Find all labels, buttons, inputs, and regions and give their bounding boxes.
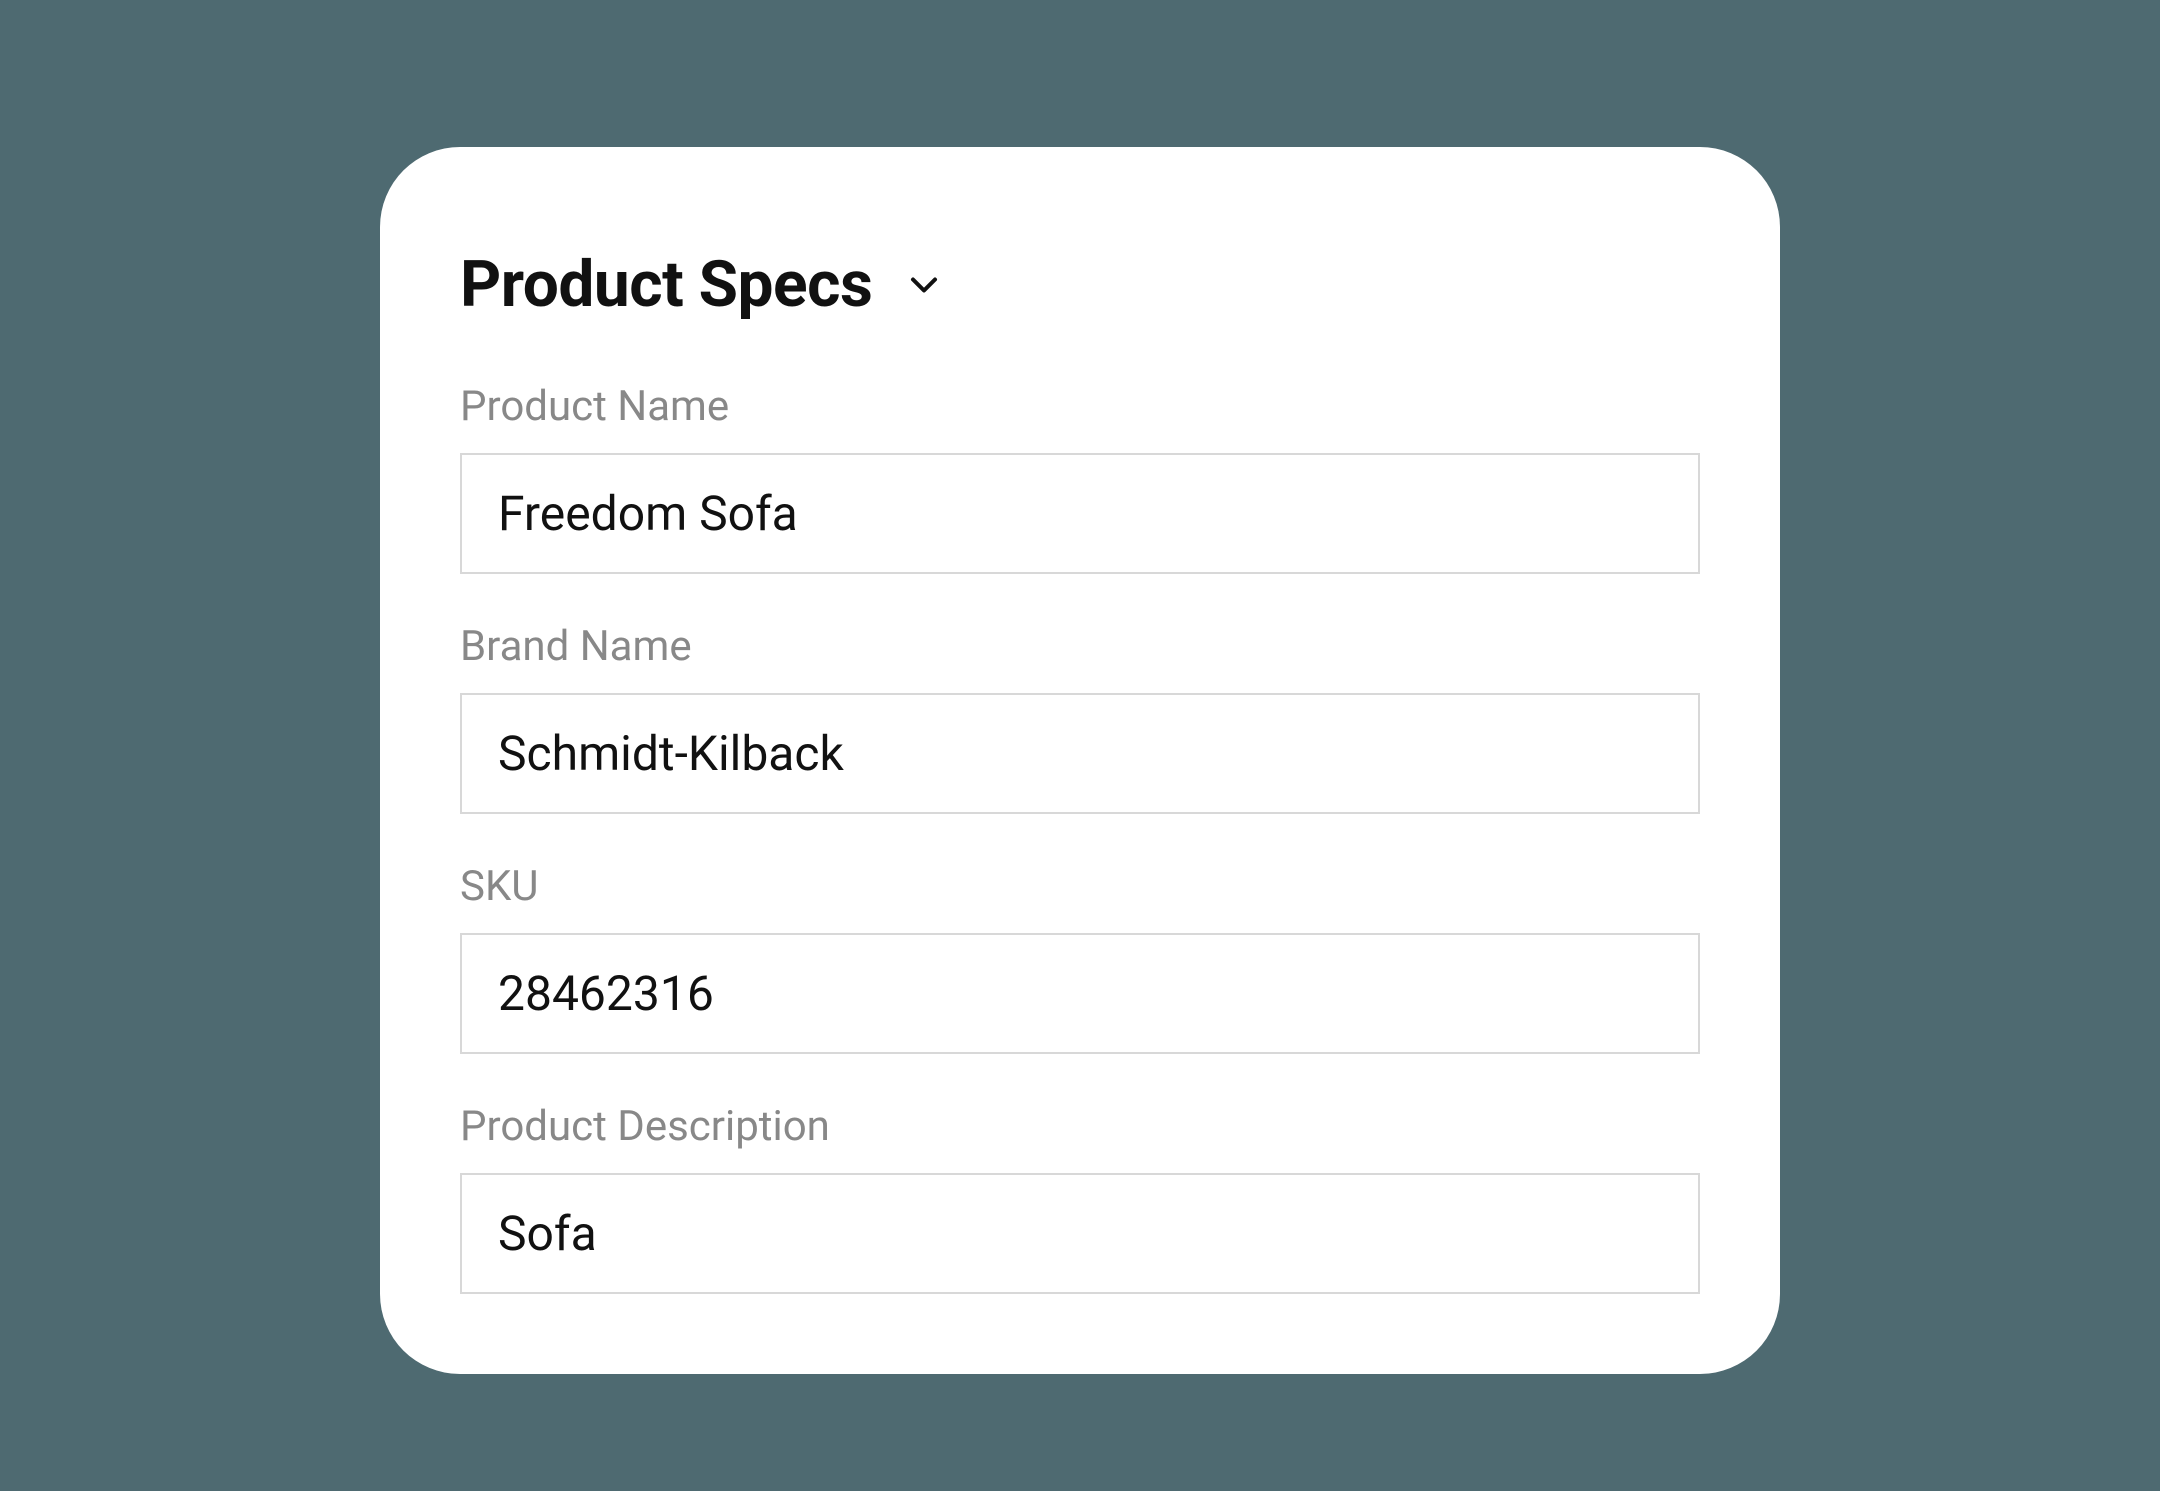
brand-name-input[interactable] [460,693,1700,814]
product-name-input[interactable] [460,453,1700,574]
product-name-label: Product Name [460,382,1700,431]
card-header[interactable]: Product Specs [460,247,1700,322]
product-description-input[interactable] [460,1173,1700,1294]
brand-name-field-group: Brand Name [460,622,1700,814]
card-title: Product Specs [460,247,872,322]
sku-label: SKU [460,862,1700,911]
brand-name-label: Brand Name [460,622,1700,671]
sku-field-group: SKU [460,862,1700,1054]
product-description-field-group: Product Description [460,1102,1700,1294]
chevron-down-icon [902,263,946,307]
product-specs-card: Product Specs Product Name Brand Name SK… [380,147,1780,1374]
product-description-label: Product Description [460,1102,1700,1151]
sku-input[interactable] [460,933,1700,1054]
product-name-field-group: Product Name [460,382,1700,574]
